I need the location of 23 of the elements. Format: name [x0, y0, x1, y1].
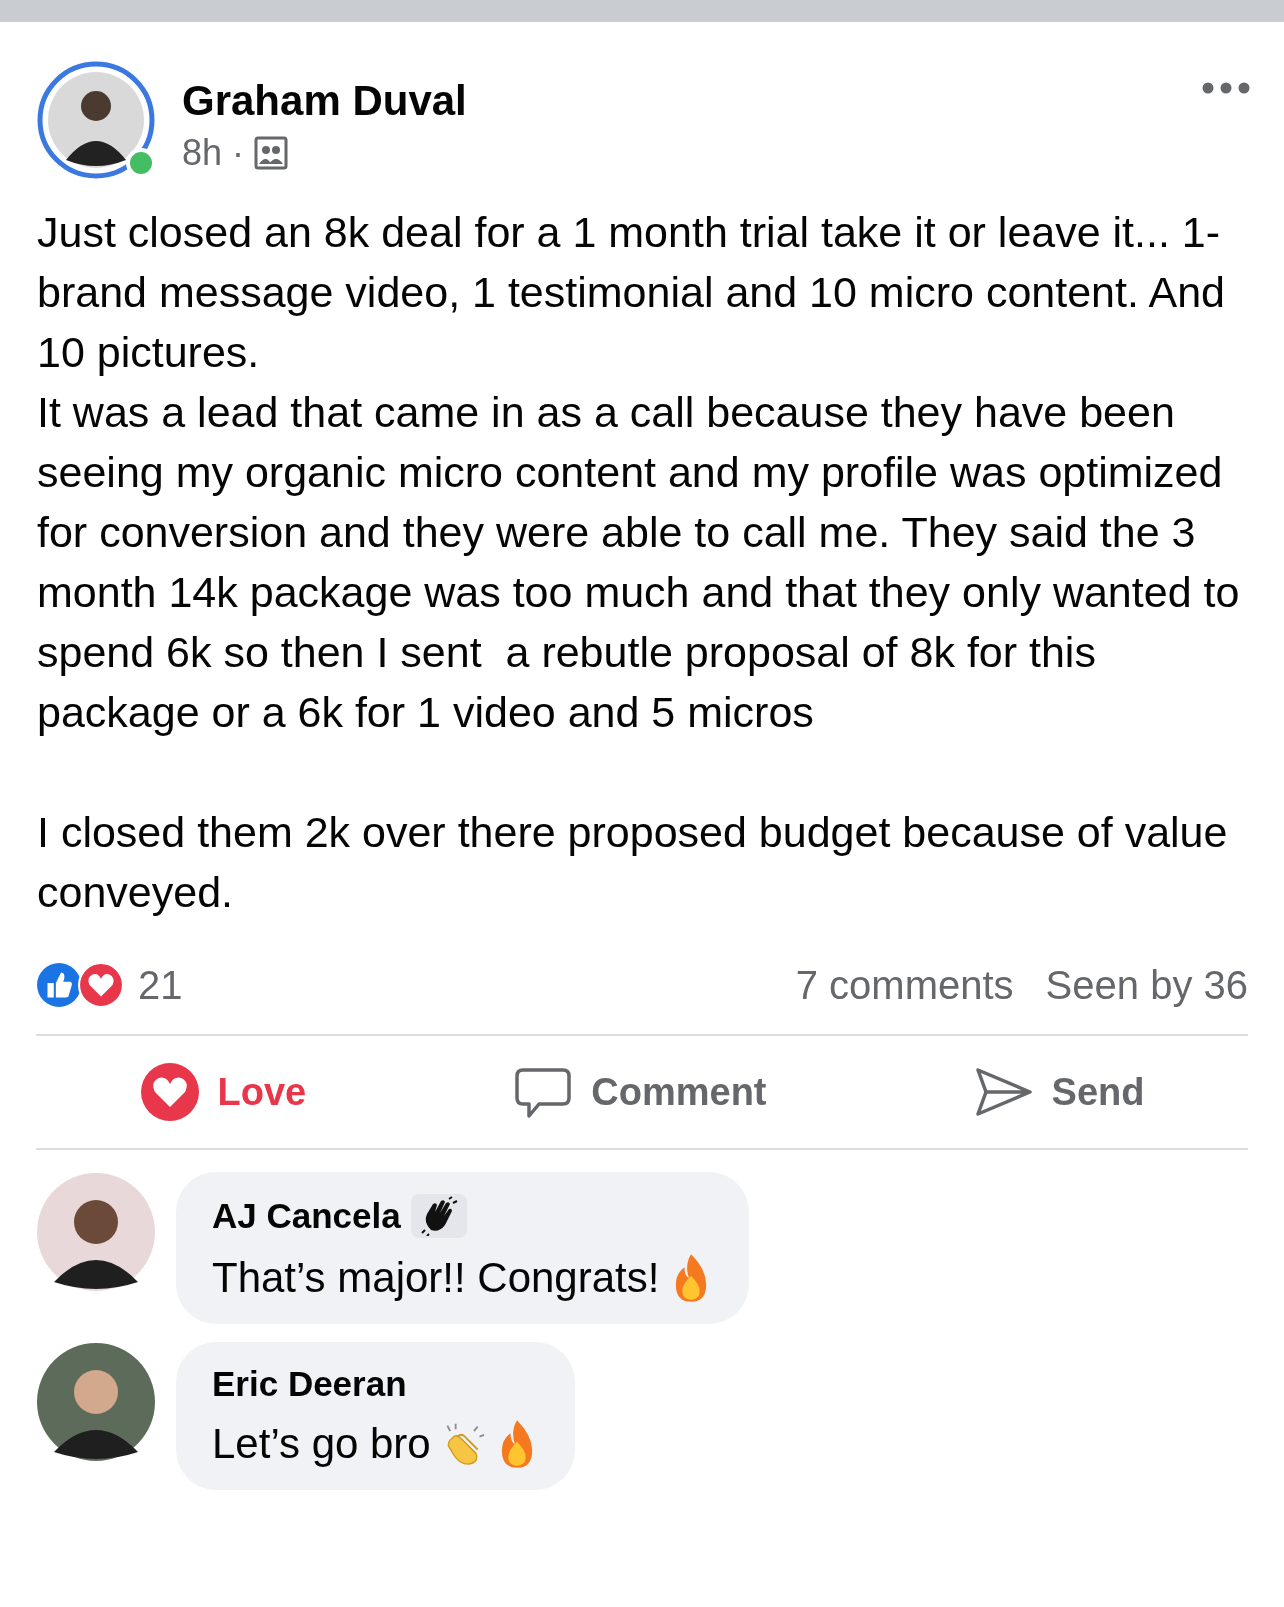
seen-by-count[interactable]: Seen by 36 — [1045, 962, 1248, 1008]
post-text: Just closed an 8k deal for a 1 month trial take it or leave it... 1-brand message video, 1 testimonial and 10 micro content. And 10 pictures. — [37, 207, 1226, 378]
commenter-name[interactable]: AJ Cancela — [212, 1196, 401, 1236]
send-button[interactable]: Send — [963, 1058, 1155, 1126]
love-button[interactable]: Love — [129, 1058, 317, 1126]
group-icon — [254, 136, 289, 170]
comment-button[interactable]: Comment — [503, 1058, 777, 1126]
avatar[interactable] — [36, 1342, 156, 1462]
author-name[interactable]: Graham Duval — [182, 76, 467, 126]
separator: · — [232, 132, 245, 174]
post-time[interactable]: 8h — [182, 132, 223, 174]
commenter-name[interactable]: Eric Deeran — [212, 1364, 407, 1404]
comment-text: That’s major!! Congrats! — [212, 1254, 660, 1302]
post-text: I closed them 2k over there proposed budget because of value conveyed. — [37, 807, 1229, 918]
more-icon[interactable] — [1202, 82, 1250, 94]
like-icon — [36, 962, 82, 1008]
comments-count[interactable]: 7 comments — [795, 962, 1014, 1008]
heart-reaction-icon — [78, 962, 124, 1008]
post-text: It was a lead that came in as a call because they have been seeing my organic micro content and my profile was optimized for conversion and they were able to call me. They said the 3 month 14k package was too much and that they only wanted to spend 6k so then I sent a rebutle proposal of 8k for this package or a 6k for 1 video and 5 micros — [37, 387, 1241, 738]
avatar[interactable] — [36, 1172, 156, 1292]
comment-text: Let’s go bro — [212, 1420, 431, 1468]
reaction-count[interactable]: 21 — [138, 962, 183, 1008]
avatar[interactable] — [36, 60, 156, 180]
